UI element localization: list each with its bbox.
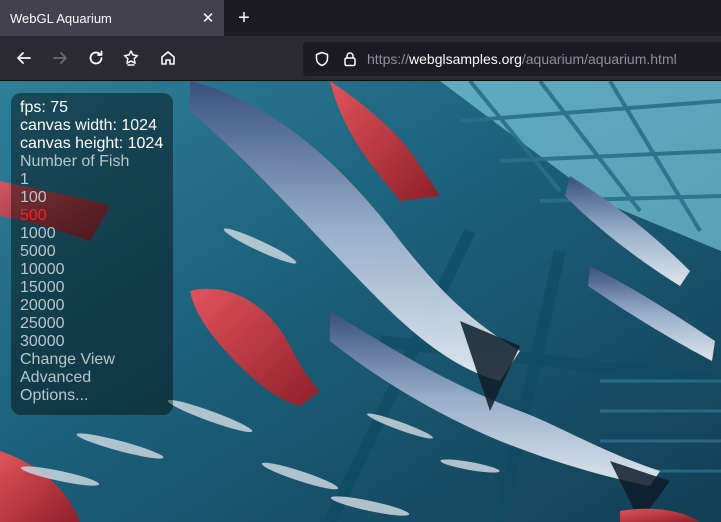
new-tab-icon[interactable]: + xyxy=(230,4,258,32)
url-path: /aquarium/aquarium.html xyxy=(521,51,677,67)
aquarium-controls-panel: fps: 75 canvas width: 1024 canvas height… xyxy=(11,93,173,415)
lock-icon[interactable] xyxy=(339,48,361,70)
tab-title: WebGL Aquarium xyxy=(10,10,112,26)
fish-option-1000[interactable]: 1000 xyxy=(20,225,173,243)
fish-option-10000[interactable]: 10000 xyxy=(20,261,173,279)
extensions-icon[interactable] xyxy=(118,45,144,71)
canvas-height-readout: canvas height: 1024 xyxy=(20,135,164,152)
url-bar[interactable]: https://webglsamples.org/aquarium/aquari… xyxy=(303,42,721,76)
url-scheme: https:// xyxy=(367,51,410,67)
reload-icon[interactable] xyxy=(83,45,109,71)
back-icon[interactable] xyxy=(11,45,37,71)
fish-option-1[interactable]: 1 xyxy=(20,171,173,189)
fish-option-25000[interactable]: 25000 xyxy=(20,315,173,333)
fish-option-5000[interactable]: 5000 xyxy=(20,243,173,261)
options-link[interactable]: Options... xyxy=(20,387,173,405)
close-tab-icon[interactable]: ✕ xyxy=(196,6,220,30)
canvas-width-readout: canvas width: 1024 xyxy=(20,117,157,134)
change-view-link[interactable]: Change View xyxy=(20,351,173,369)
fish-option-500[interactable]: 500 xyxy=(20,207,173,225)
forward-icon[interactable] xyxy=(47,45,73,71)
number-of-fish-label: Number of Fish xyxy=(20,153,130,170)
advanced-link[interactable]: Advanced xyxy=(20,369,173,387)
shield-icon[interactable] xyxy=(311,48,333,70)
tab-webgl-aquarium[interactable]: WebGL Aquarium ✕ xyxy=(0,0,224,36)
fps-readout: fps: 75 xyxy=(20,99,69,116)
fish-option-20000[interactable]: 20000 xyxy=(20,297,173,315)
fish-option-30000[interactable]: 30000 xyxy=(20,333,173,351)
webgl-canvas[interactable]: fps: 75 canvas width: 1024 canvas height… xyxy=(0,81,721,522)
home-icon[interactable] xyxy=(155,45,181,71)
tab-strip: WebGL Aquarium ✕ + xyxy=(0,0,721,36)
url-text: https://webglsamples.org/aquarium/aquari… xyxy=(367,51,677,67)
fish-option-100[interactable]: 100 xyxy=(20,189,173,207)
url-host: webglsamples.org xyxy=(409,51,522,67)
fish-option-15000[interactable]: 15000 xyxy=(20,279,173,297)
